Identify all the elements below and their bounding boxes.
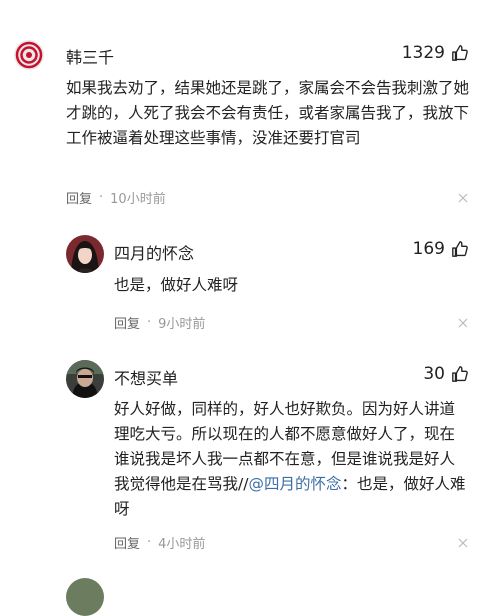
- reply-button[interactable]: 回复: [114, 313, 140, 332]
- thumbs-up-icon: [452, 366, 468, 382]
- timestamp: 4小时前: [158, 537, 206, 552]
- close-icon[interactable]: [458, 193, 468, 203]
- username[interactable]: 四月的怀念: [114, 240, 194, 264]
- target-avatar-icon: [14, 40, 44, 70]
- mention-link[interactable]: @四月的怀念: [248, 475, 341, 493]
- comment-meta: 回复 · 4小时前: [114, 533, 205, 552]
- separator-dot: ·: [147, 535, 152, 550]
- like-button[interactable]: 1329: [402, 43, 469, 63]
- avatar[interactable]: [66, 235, 104, 273]
- like-count: 169: [412, 239, 445, 259]
- separator-dot: ·: [99, 190, 104, 205]
- thumbs-up-icon: [452, 241, 468, 257]
- username[interactable]: 不想买单: [114, 365, 178, 389]
- close-icon[interactable]: [458, 318, 468, 328]
- comment-meta: 回复 · 10小时前: [66, 188, 166, 207]
- comment-text: 如果我去劝了，结果她还是跳了，家属会不会告我刺激了她才跳的，人死了我会不会有责任…: [66, 79, 470, 147]
- like-count: 1329: [401, 43, 445, 63]
- comment-text: 也是，做好人难呀: [114, 276, 239, 294]
- timestamp: 9小时前: [158, 317, 206, 332]
- like-button[interactable]: 30: [423, 364, 469, 384]
- close-icon[interactable]: [458, 538, 468, 548]
- thumbs-up-icon: [452, 45, 468, 61]
- comment-meta: 回复 · 9小时前: [114, 313, 205, 332]
- separator-dot: ·: [147, 315, 152, 330]
- avatar[interactable]: [66, 360, 104, 398]
- user-avatar-icon: [66, 360, 104, 398]
- timestamp: 10小时前: [110, 192, 166, 207]
- like-button[interactable]: 169: [413, 239, 469, 259]
- comment-text: 好人好做，同样的，好人也好欺负。因为好人讲道理吃大亏。所以现在的人都不愿意做好人…: [114, 397, 470, 522]
- reply-button[interactable]: 回复: [66, 188, 92, 207]
- avatar[interactable]: [14, 40, 44, 70]
- user-avatar-icon: [66, 235, 104, 273]
- like-count: 30: [423, 364, 445, 384]
- reply-button[interactable]: 回复: [114, 533, 140, 552]
- username[interactable]: 韩三千: [66, 44, 114, 68]
